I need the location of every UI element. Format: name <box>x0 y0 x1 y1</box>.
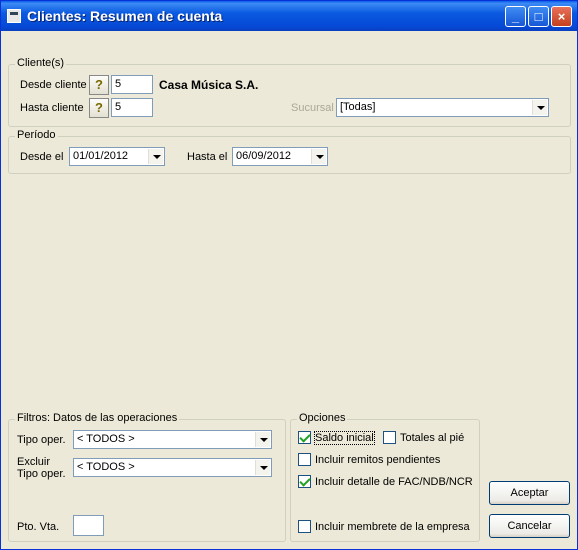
chevron-down-icon[interactable] <box>532 100 547 115</box>
totales-checkbox[interactable] <box>383 431 396 444</box>
hasta-cliente-input[interactable]: 5 <box>111 98 153 117</box>
tipo-oper-label: Tipo oper. <box>17 434 66 446</box>
tipo-oper-select[interactable]: < TODOS > <box>73 430 272 449</box>
desde-cliente-label: Desde cliente <box>20 79 87 91</box>
pto-vta-input[interactable] <box>73 515 104 536</box>
hasta-fecha-label: Hasta el <box>187 151 228 163</box>
key-icon: ? <box>95 77 103 92</box>
remitos-checkbox[interactable] <box>298 453 311 466</box>
excluir-tipo-oper-select[interactable]: < TODOS > <box>73 458 272 477</box>
aceptar-button[interactable]: Aceptar <box>489 481 570 505</box>
saldo-inicial-label[interactable]: Saldo inicial <box>314 431 375 445</box>
periodo-group-title: Período <box>15 129 58 141</box>
minimize-button[interactable]: _ <box>505 6 526 27</box>
cancelar-button[interactable]: Cancelar <box>489 514 570 538</box>
app-icon <box>7 9 21 23</box>
membrete-checkbox[interactable] <box>298 520 311 533</box>
maximize-icon: □ <box>534 9 543 24</box>
chevron-down-icon[interactable] <box>148 149 163 164</box>
title-bar[interactable]: Clientes: Resumen de cuenta _ □ × <box>1 1 577 31</box>
minimize-icon: _ <box>511 9 520 24</box>
pto-vta-label: Pto. Vta. <box>17 521 60 533</box>
hasta-cliente-label: Hasta cliente <box>20 102 84 114</box>
desde-cliente-input[interactable]: 5 <box>111 75 153 94</box>
sucursal-value: [Todas] <box>340 101 376 113</box>
chevron-down-icon[interactable] <box>255 460 270 475</box>
desde-fecha-value: 01/01/2012 <box>73 150 129 162</box>
window-title: Clientes: Resumen de cuenta <box>27 8 223 24</box>
desde-fecha-picker[interactable]: 01/01/2012 <box>69 147 165 166</box>
sucursal-label: Sucursal <box>291 102 334 114</box>
hasta-fecha-value: 06/09/2012 <box>236 150 292 162</box>
close-button[interactable]: × <box>551 6 572 27</box>
close-icon: × <box>557 9 566 24</box>
tipo-oper-value: < TODOS > <box>77 433 135 445</box>
desde-fecha-label: Desde el <box>20 151 64 163</box>
filtros-group-title: Filtros: Datos de las operaciones <box>15 412 180 424</box>
hasta-cliente-lookup-button[interactable]: ? <box>89 98 109 118</box>
excluir-label: Excluir <box>17 456 51 468</box>
clientes-group-title: Cliente(s) <box>15 57 67 69</box>
detalle-label[interactable]: Incluir detalle de FAC/NDB/NCR <box>315 476 473 488</box>
hasta-fecha-picker[interactable]: 06/09/2012 <box>232 147 328 166</box>
membrete-label[interactable]: Incluir membrete de la empresa <box>315 521 470 533</box>
chevron-down-icon[interactable] <box>255 432 270 447</box>
opciones-group-title: Opciones <box>297 412 348 424</box>
totales-label[interactable]: Totales al pié <box>400 432 464 444</box>
key-icon: ? <box>95 100 103 115</box>
detalle-checkbox[interactable] <box>298 475 311 488</box>
excluir-tipo-oper-value: < TODOS > <box>77 461 135 473</box>
cliente-name: Casa Música S.A. <box>159 78 259 92</box>
saldo-inicial-checkbox[interactable] <box>298 431 311 444</box>
chevron-down-icon[interactable] <box>311 149 326 164</box>
main-window: Clientes: Resumen de cuenta _ □ × Client… <box>0 0 578 550</box>
desde-cliente-lookup-button[interactable]: ? <box>89 75 109 95</box>
maximize-button[interactable]: □ <box>528 6 549 27</box>
excluir-tipo-label: Tipo oper. <box>17 468 66 480</box>
sucursal-select[interactable]: [Todas] <box>336 98 549 117</box>
remitos-label[interactable]: Incluir remitos pendientes <box>315 454 440 466</box>
